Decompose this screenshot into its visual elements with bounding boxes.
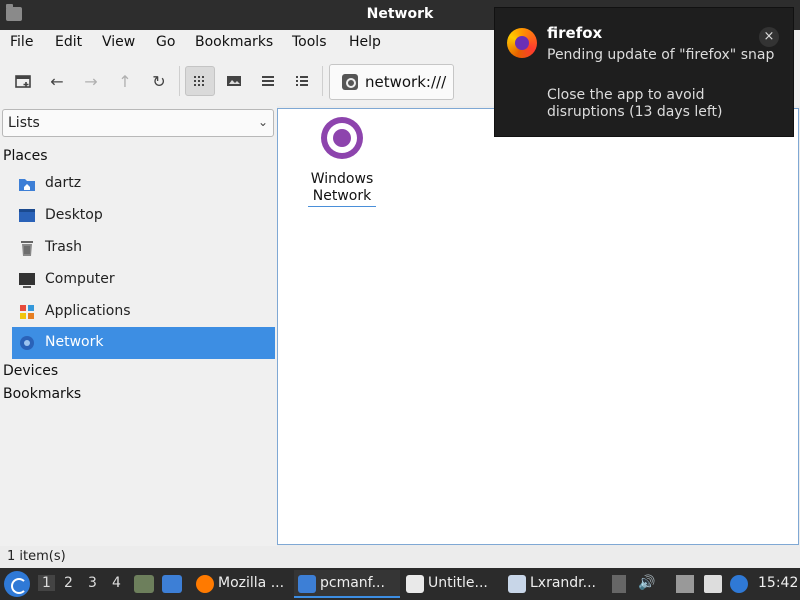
- location-bar[interactable]: network:///: [329, 64, 454, 100]
- firefox-icon: [507, 28, 537, 58]
- up-icon: ↑: [118, 71, 132, 91]
- menu-tools[interactable]: Tools: [292, 34, 327, 50]
- computer-icon: [19, 273, 35, 288]
- toolbar-separator: [322, 66, 323, 96]
- status-text: 1 item(s): [7, 549, 66, 564]
- detailed-list-view-icon: [296, 76, 308, 86]
- menu-file[interactable]: File: [10, 34, 33, 50]
- network-location-icon: [342, 74, 358, 90]
- forward-button[interactable]: →: [76, 66, 106, 96]
- network-icon: [20, 336, 34, 350]
- taskbar: 1 2 3 4 Mozilla ... pcmanf... Untitle...…: [0, 568, 800, 600]
- place-label: Computer: [45, 271, 115, 287]
- menu-help[interactable]: Help: [349, 34, 381, 50]
- notification-app-name: firefox: [547, 24, 603, 42]
- task-label: pcmanf...: [320, 575, 385, 591]
- notification-close-button[interactable]: ×: [759, 27, 779, 47]
- place-label: dartz: [45, 175, 82, 191]
- chevron-down-icon: ⌄: [257, 115, 268, 129]
- notification-popup[interactable]: firefox × Pending update of "firefox" sn…: [494, 7, 794, 137]
- start-menu-button[interactable]: [4, 571, 30, 597]
- task-lxrandr[interactable]: Lxrandr...: [504, 570, 606, 598]
- side-pane-mode-select[interactable]: Lists ⌄: [2, 109, 274, 137]
- thumbnail-view-button[interactable]: [219, 66, 249, 96]
- notification-message: Pending update of "firefox" snap: [547, 47, 775, 63]
- new-tab-icon: [15, 75, 31, 88]
- place-label: Desktop: [45, 207, 103, 223]
- location-path: network:///: [365, 73, 447, 91]
- compact-view-button[interactable]: [253, 66, 283, 96]
- task-text-editor[interactable]: Untitle...: [402, 570, 502, 598]
- firefox-icon: [196, 575, 214, 593]
- task-label: Untitle...: [428, 575, 488, 591]
- compact-view-icon: [262, 76, 274, 86]
- place-item-dartz[interactable]: dartz: [12, 168, 275, 200]
- network-tray-icon[interactable]: [676, 575, 694, 593]
- place-item-computer[interactable]: Computer: [12, 264, 275, 296]
- notification-detail: Close the app to avoid disruptions (13 d…: [547, 87, 723, 120]
- home-folder-icon: [19, 179, 35, 191]
- back-button[interactable]: ←: [42, 66, 72, 96]
- place-item-applications[interactable]: Applications: [12, 296, 275, 328]
- workspace-1[interactable]: 1: [38, 575, 55, 591]
- place-label: Network: [45, 334, 104, 350]
- windows-network-icon: [321, 117, 363, 159]
- clipboard-icon[interactable]: [704, 575, 722, 593]
- reload-button[interactable]: ↻: [144, 66, 174, 96]
- place-label: Applications: [45, 303, 131, 319]
- forward-icon: →: [84, 71, 98, 91]
- volume-icon[interactable]: 🔊: [638, 575, 656, 593]
- workspace-3[interactable]: 3: [88, 575, 97, 591]
- workspace-2[interactable]: 2: [64, 575, 73, 591]
- task-label: Lxrandr...: [530, 575, 597, 591]
- reload-icon: ↻: [152, 71, 166, 91]
- task-firefox[interactable]: Mozilla ...: [192, 570, 290, 598]
- place-label: Trash: [45, 239, 82, 255]
- menu-bookmarks[interactable]: Bookmarks: [195, 34, 273, 50]
- place-item-desktop[interactable]: Desktop: [12, 200, 275, 232]
- side-pane: Lists ⌄ Places dartz Desktop Trash Compu…: [0, 106, 277, 546]
- show-desktop-icon[interactable]: [162, 575, 182, 593]
- place-item-network[interactable]: Network: [12, 327, 275, 359]
- tray-scroll-icon[interactable]: [612, 575, 626, 593]
- icon-view-icon: [194, 76, 204, 86]
- detailed-list-view-button[interactable]: [287, 66, 317, 96]
- task-label: Mozilla ...: [218, 575, 285, 591]
- update-notifier-icon[interactable]: [730, 575, 748, 593]
- status-bar: 1 item(s): [0, 546, 800, 568]
- places-header[interactable]: Places: [3, 148, 48, 164]
- file-manager-icon: [298, 575, 316, 593]
- side-pane-mode-value: Lists: [8, 115, 40, 131]
- display-settings-icon: [508, 575, 526, 593]
- file-manager-launcher-icon[interactable]: [134, 575, 154, 593]
- toolbar-separator: [179, 66, 180, 96]
- close-icon: ×: [763, 29, 775, 44]
- menu-edit[interactable]: Edit: [55, 34, 82, 50]
- back-icon: ←: [50, 71, 64, 91]
- desktop-icon: [19, 209, 35, 222]
- devices-header[interactable]: Devices: [3, 363, 58, 379]
- text-editor-icon: [406, 575, 424, 593]
- file-view[interactable]: Windows Network: [277, 108, 799, 545]
- clock[interactable]: 15:42: [758, 575, 798, 591]
- icon-view-button[interactable]: [185, 66, 215, 96]
- menu-view[interactable]: View: [102, 34, 135, 50]
- file-label: Windows Network: [308, 171, 376, 207]
- up-button[interactable]: ↑: [110, 66, 140, 96]
- applications-icon: [20, 305, 34, 319]
- bookmarks-header[interactable]: Bookmarks: [3, 386, 81, 402]
- place-item-trash[interactable]: Trash: [12, 232, 275, 264]
- task-pcmanfm[interactable]: pcmanf...: [294, 570, 400, 598]
- menu-go[interactable]: Go: [156, 34, 175, 50]
- new-tab-button[interactable]: [8, 66, 38, 96]
- trash-icon: [21, 241, 33, 256]
- workspace-4[interactable]: 4: [112, 575, 121, 591]
- thumbnail-view-icon: [227, 76, 241, 86]
